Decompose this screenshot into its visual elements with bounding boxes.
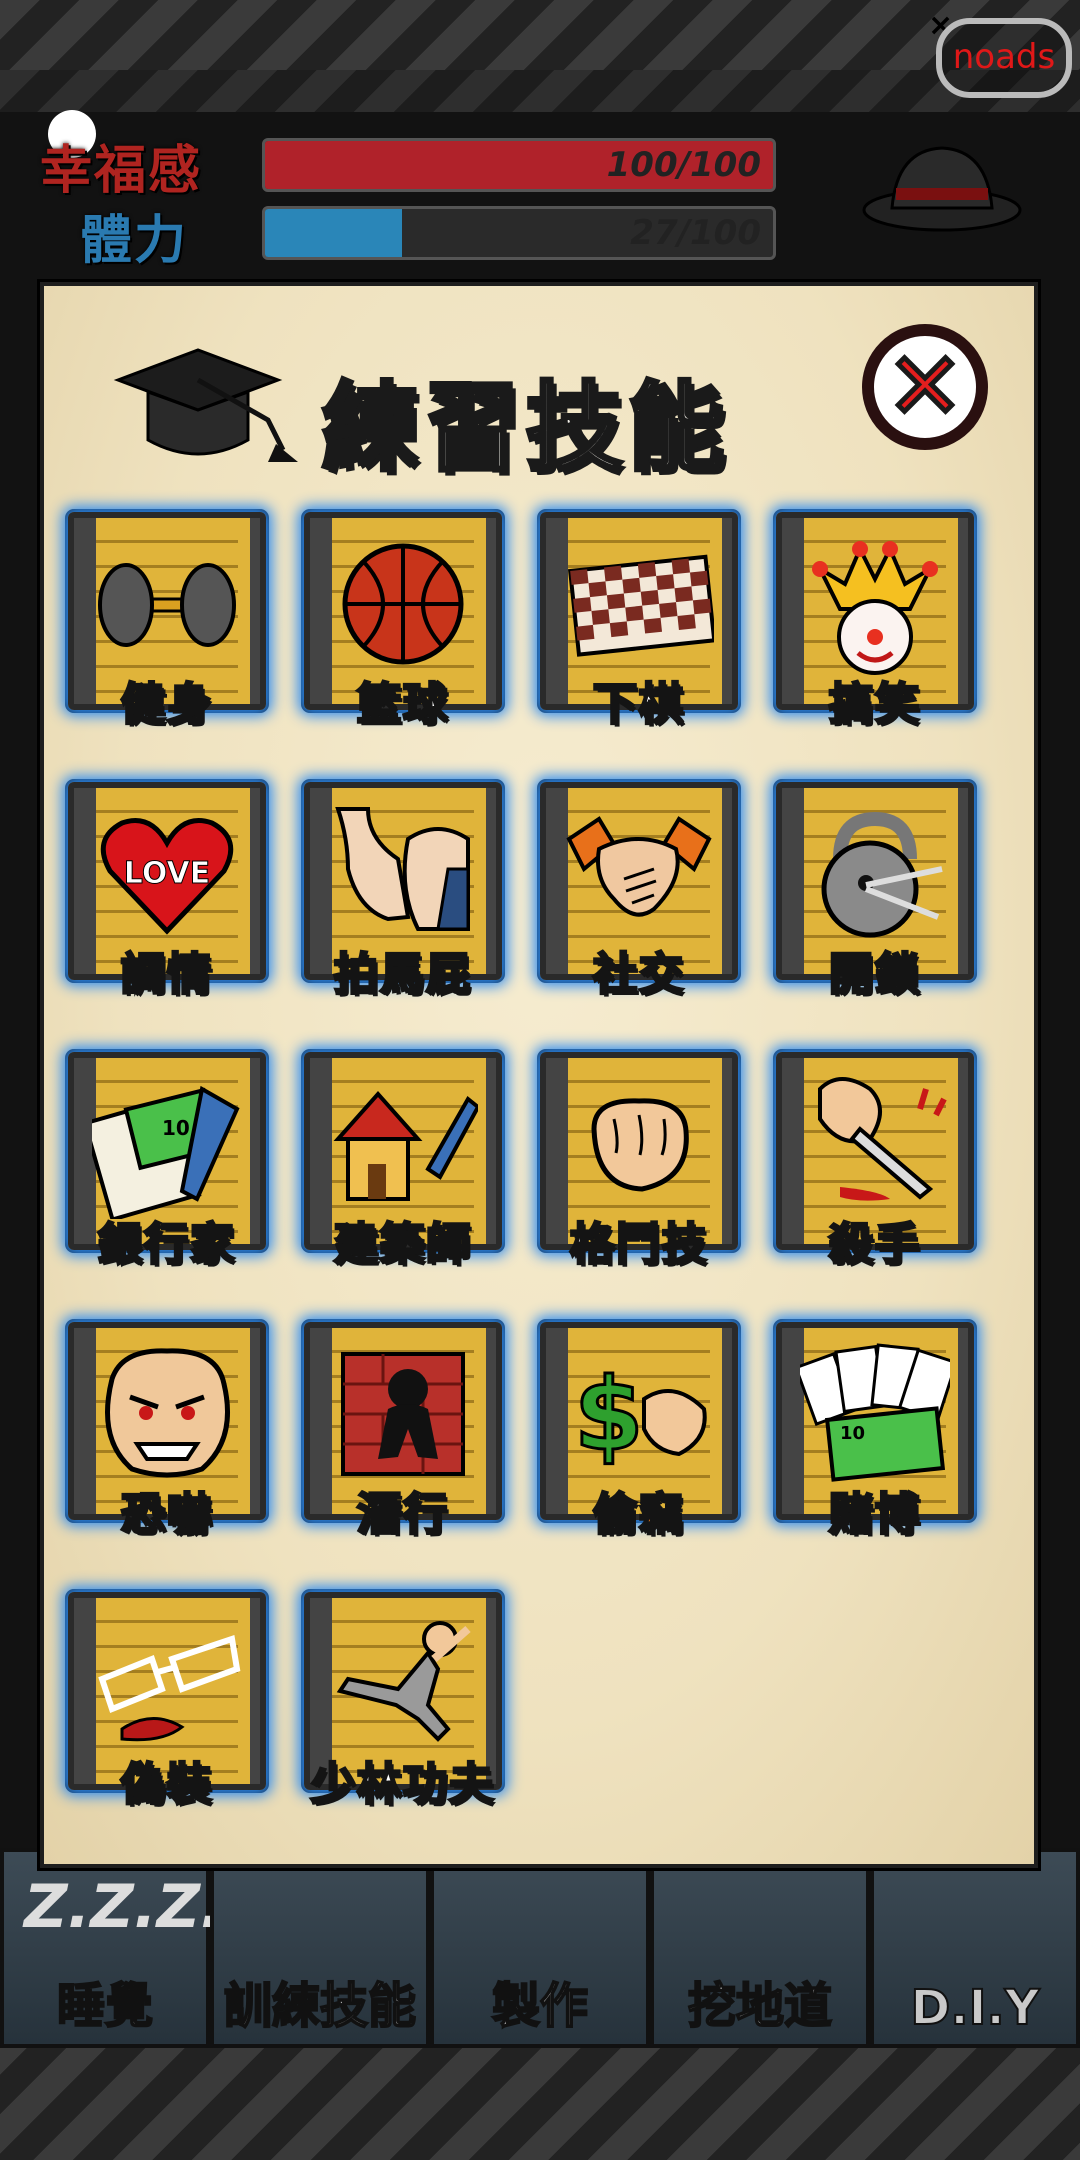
craft-button[interactable]: 製作 (430, 1848, 650, 2048)
skill-tile-comedy[interactable]: 搞笑 (776, 512, 974, 732)
skill-label: 搞笑 (828, 678, 921, 732)
skill-tile-chess[interactable]: 下棋 (540, 512, 738, 732)
dialog-title: 練習技能 (320, 370, 730, 486)
skill-tile-steal[interactable]: $ 偷竊 (540, 1322, 738, 1542)
craft-label: 製作 (491, 1977, 589, 2035)
dumbbell-icon (98, 562, 236, 647)
dialog-close-button[interactable]: ✕ (862, 324, 988, 450)
happiness-value: 100/100 (606, 145, 761, 185)
skill-tile-flirt[interactable]: LOVE 調情 (68, 782, 266, 1002)
skill-tile-social[interactable]: 社交 (540, 782, 738, 1002)
stamina-value: 27/100 (630, 213, 761, 253)
stamina-bar: 27/100 (262, 206, 776, 260)
skill-label: 社交 (592, 948, 685, 1002)
house-pencil-icon (333, 1090, 478, 1201)
skill-tile-fitness[interactable]: 健身 (68, 512, 266, 732)
skill-label: 少林功夫 (310, 1758, 495, 1812)
sleep-button[interactable]: Z.Z.Z... 睡覺 (0, 1848, 268, 2048)
noads-button[interactable]: noads (936, 18, 1072, 98)
steal-money-icon: $ (573, 1354, 707, 1474)
top-stripe-2 (0, 70, 1080, 112)
skill-label: 下棋 (592, 678, 685, 732)
cards-money-icon: 10 (800, 1342, 950, 1482)
money-notebook-icon: 10 (92, 1085, 240, 1219)
skill-label: 偷竊 (592, 1488, 685, 1542)
fist-icon (591, 1097, 689, 1192)
handshake-icon (566, 815, 712, 917)
heart-icon: LOVE (100, 817, 234, 935)
skill-tile-intimidate[interactable]: 恐嚇 (68, 1322, 266, 1542)
close-icon: ✕ (884, 333, 966, 440)
skill-label: 調情 (120, 948, 213, 1002)
skill-tile-fighting[interactable]: 格鬥技 (540, 1052, 738, 1272)
skill-tile-assassin[interactable]: 殺手 (776, 1052, 974, 1272)
disguise-glasses-icon (98, 1634, 241, 1741)
happiness-bar: 100/100 (262, 138, 776, 192)
money-10-text: 10 (840, 1423, 865, 1444)
skill-label: 格鬥技 (569, 1218, 708, 1272)
train-skill-button[interactable]: 訓練技能 (210, 1848, 430, 2048)
lock-pick-icon (821, 811, 943, 938)
skill-label: 銀行家 (97, 1218, 236, 1272)
skill-label: 偽裝 (120, 1758, 213, 1812)
skill-tile-banker[interactable]: 10 銀行家 (68, 1052, 266, 1272)
stamina-label: 體力 (80, 211, 189, 271)
kiss-butt-icon (335, 806, 470, 931)
skill-tile-basketball[interactable]: 籃球 (304, 512, 502, 732)
skill-label: 賭博 (828, 1488, 921, 1542)
train-skill-label: 訓練技能 (223, 1977, 417, 2035)
skill-tile-kungfu[interactable]: 少林功夫 (304, 1592, 502, 1812)
skill-label: 殺手 (828, 1218, 921, 1272)
love-text: LOVE (124, 856, 210, 891)
angry-face-icon (105, 1347, 230, 1477)
skill-label: 健身 (120, 678, 213, 732)
svg-text:$: $ (574, 1356, 644, 1473)
skill-label: 拍馬屁 (333, 948, 472, 1002)
chessboard-icon (567, 554, 714, 657)
skill-tile-gamble[interactable]: 10 賭博 (776, 1322, 974, 1542)
dig-tunnel-label: 挖地道 (687, 1977, 833, 2035)
diy-label: D.I.Y (910, 1979, 1041, 2037)
grad-cap-icon (113, 348, 298, 462)
dig-tunnel-button[interactable]: 挖地道 (650, 1848, 870, 2048)
skill-label: 建築師 (333, 1218, 472, 1272)
skill-label: 開鎖 (828, 948, 921, 1002)
sleep-label: 睡覺 (56, 1977, 154, 2035)
skill-label: 籃球 (356, 678, 449, 732)
diy-button[interactable]: D.I.Y (870, 1848, 1080, 2048)
skill-tile-architect[interactable]: 建築師 (304, 1052, 502, 1272)
skill-tile-stealth[interactable]: 潛行 (304, 1322, 502, 1542)
basketball-icon (342, 543, 464, 665)
kungfu-kick-icon (336, 1620, 471, 1742)
top-stripe (0, 0, 1080, 70)
bottom-stripe (0, 2035, 1080, 2160)
skill-tile-flattery[interactable]: 拍馬屁 (304, 782, 502, 1002)
knife-hand-icon (818, 1076, 947, 1201)
money-10-text: 10 (162, 1116, 190, 1140)
skill-label: 潛行 (356, 1488, 449, 1542)
skill-label: 恐嚇 (120, 1488, 213, 1542)
skill-tile-disguise[interactable]: 偽裝 (68, 1592, 266, 1812)
happiness-label: 幸福感 (40, 141, 203, 201)
skill-tile-lockpick[interactable]: 開鎖 (776, 782, 974, 1002)
clown-icon (812, 540, 938, 675)
ninja-icon (341, 1351, 465, 1476)
fedora-hat-icon (862, 146, 1022, 232)
